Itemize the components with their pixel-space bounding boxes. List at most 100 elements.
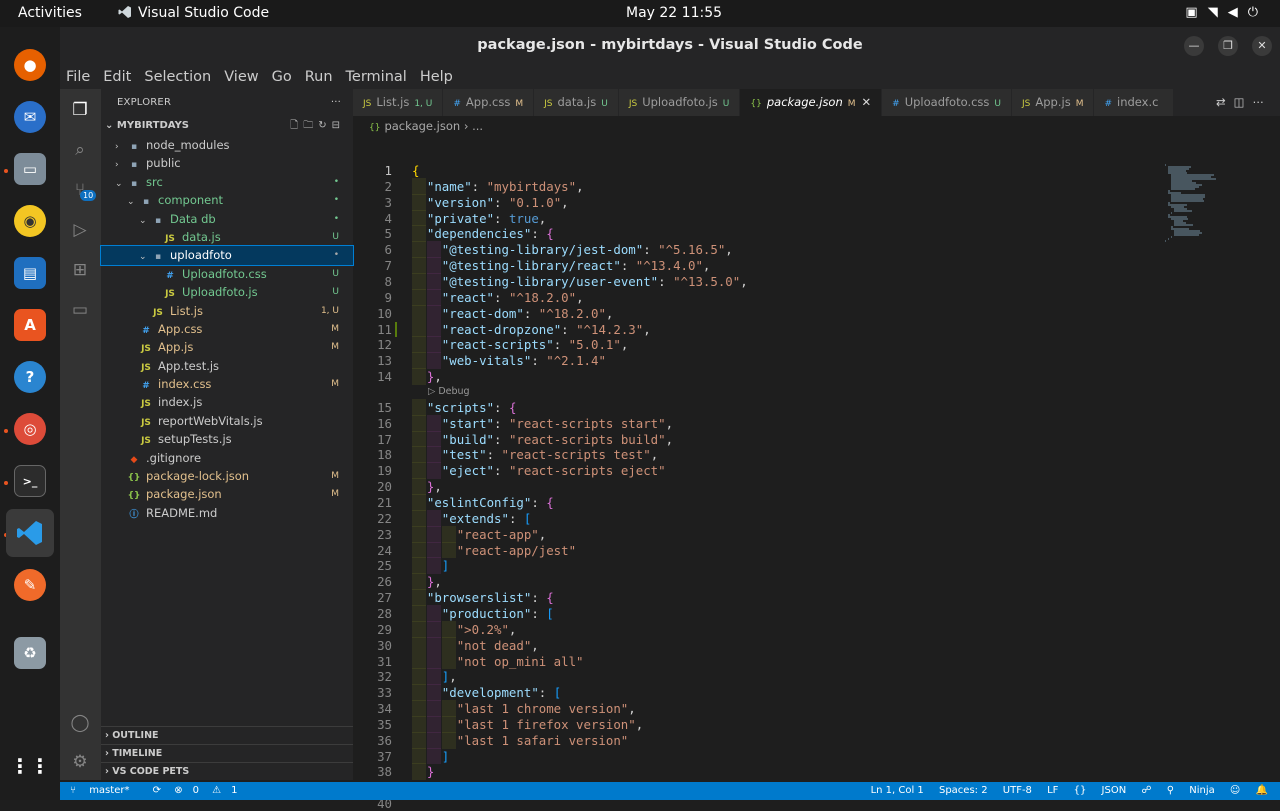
editor-tab[interactable]: JS data.js U: [534, 89, 619, 116]
terminal-icon[interactable]: >_: [14, 465, 46, 497]
code-line[interactable]: "web-vitals": "^2.1.4": [442, 353, 606, 368]
code-line[interactable]: "private": true,: [427, 211, 546, 226]
code-line[interactable]: "eject": "react-scripts eject": [442, 463, 666, 478]
tree-item[interactable]: JS App.test.js: [101, 357, 353, 375]
refresh-icon[interactable]: ↻: [318, 120, 331, 131]
code-line[interactable]: "not op_mini all": [457, 654, 584, 669]
menu-file[interactable]: File: [66, 69, 90, 85]
code-line[interactable]: "@testing-library/user-event": "^13.5.0"…: [442, 274, 748, 289]
code-line[interactable]: "react-scripts": "5.0.1",: [442, 337, 629, 352]
settings-gear-icon[interactable]: ⚙: [69, 751, 91, 773]
outline-section[interactable]: › OUTLINE: [101, 726, 353, 744]
code-line[interactable]: },: [427, 574, 442, 589]
vscode-dock-icon[interactable]: [6, 509, 54, 557]
menu-selection[interactable]: Selection: [144, 69, 211, 85]
code-line[interactable]: "react-app",: [457, 527, 547, 542]
split-editor-icon[interactable]: ◫: [1234, 95, 1253, 109]
app-menu[interactable]: Visual Studio Code: [118, 5, 269, 21]
code-line[interactable]: "start": "react-scripts start",: [442, 416, 673, 431]
tree-item[interactable]: JS App.js M: [101, 338, 353, 356]
tree-item[interactable]: {} package-lock.json M: [101, 467, 353, 485]
code-line[interactable]: {: [412, 163, 419, 178]
timeline-section[interactable]: › TIMELINE: [101, 744, 353, 762]
code-line[interactable]: ">0.2%",: [457, 622, 517, 637]
new-file-icon[interactable]: 🗋: [290, 120, 303, 131]
tree-item[interactable]: ⌄ ▪ Data db •: [101, 210, 353, 228]
code-line[interactable]: "react-dom": "^18.2.0",: [442, 306, 614, 321]
more-actions-icon[interactable]: ···: [331, 89, 341, 116]
tree-item[interactable]: # Uploadfoto.css U: [101, 265, 353, 283]
code-line[interactable]: "@testing-library/react": "^13.4.0",: [442, 258, 711, 273]
tree-item[interactable]: JS data.js U: [101, 228, 353, 246]
minimize-button[interactable]: —: [1184, 36, 1204, 56]
code-line[interactable]: "browserslist": {: [427, 590, 554, 605]
tree-item[interactable]: {} package.json M: [101, 485, 353, 503]
tree-item[interactable]: JS Uploadfoto.js U: [101, 283, 353, 301]
code-line[interactable]: "extends": [: [442, 511, 532, 526]
feedback-icon[interactable]: ☺: [1230, 785, 1240, 796]
firefox-icon[interactable]: ●: [14, 49, 46, 81]
code-line[interactable]: "last 1 safari version": [457, 733, 629, 748]
code-line[interactable]: "@testing-library/jest-dom": "^5.16.5",: [442, 242, 733, 257]
line-ending[interactable]: LF: [1047, 785, 1058, 796]
system-tray[interactable]: ▣◥◀⏻: [1185, 5, 1268, 20]
vscode-pets-section[interactable]: › VS CODE PETS: [101, 762, 353, 780]
encoding[interactable]: UTF-8: [1003, 785, 1032, 796]
indentation[interactable]: Spaces: 2: [939, 785, 988, 796]
new-folder-icon[interactable]: 🗀: [303, 120, 318, 131]
editor-tab[interactable]: {} package.json M ✕: [740, 89, 883, 116]
activities-button[interactable]: Activities: [18, 5, 82, 21]
rhythmbox-icon[interactable]: ◉: [14, 205, 46, 237]
code-line[interactable]: "last 1 firefox version",: [457, 717, 644, 732]
code-line[interactable]: }: [427, 764, 434, 779]
menu-edit[interactable]: Edit: [103, 69, 131, 85]
show-apps-icon[interactable]: ⋮⋮: [10, 750, 50, 782]
tree-item[interactable]: ◆ .gitignore: [101, 449, 353, 467]
code-line[interactable]: ]: [442, 749, 449, 764]
tree-item[interactable]: JS setupTests.js: [101, 430, 353, 448]
tree-item[interactable]: ⌄ ▪ src •: [101, 173, 353, 191]
explorer-icon[interactable]: ❐: [69, 99, 91, 121]
code-editor[interactable]: 1 {2 "name": "mybirtdays", 3 "version": "0.1…: [353, 137, 1159, 811]
language-mode[interactable]: {} JSON: [1074, 785, 1127, 796]
extensions-icon[interactable]: ⊞: [69, 259, 91, 281]
code-line[interactable]: ],: [442, 669, 457, 684]
files-icon[interactable]: ▭: [14, 153, 46, 185]
editor-tab[interactable]: JS Uploadfoto.js U: [618, 89, 741, 116]
menu-go[interactable]: Go: [272, 69, 292, 85]
tree-item[interactable]: ⌄ ▪ component •: [101, 191, 353, 209]
code-line[interactable]: "react": "^18.2.0",: [442, 290, 584, 305]
explorer-toolbar[interactable]: 🗋🗀↻⊟: [290, 116, 345, 136]
maximize-button[interactable]: ❐: [1218, 36, 1238, 56]
postman-icon[interactable]: ✎: [14, 569, 46, 601]
code-line[interactable]: },: [427, 479, 442, 494]
run-debug-icon[interactable]: ▷: [69, 219, 91, 241]
thunderbird-icon[interactable]: ✉: [14, 101, 46, 133]
app-center-icon[interactable]: A: [14, 309, 46, 341]
tree-item[interactable]: # index.css M: [101, 375, 353, 393]
remote-explorer-icon[interactable]: ▭: [69, 299, 91, 321]
breadcrumb-symbol[interactable]: ...: [472, 119, 483, 133]
sync-icon[interactable]: ⟳: [153, 785, 161, 796]
code-line[interactable]: },: [427, 369, 442, 384]
code-line[interactable]: "dependencies": {: [427, 226, 554, 241]
chrome-icon[interactable]: ◎: [14, 413, 46, 445]
menu-view[interactable]: View: [224, 69, 258, 85]
editor-tab[interactable]: # index.c: [1094, 89, 1175, 116]
account-icon[interactable]: ◯: [69, 712, 91, 734]
code-line[interactable]: "version": "0.1.0",: [427, 195, 569, 210]
code-line[interactable]: "last 1 chrome version",: [457, 701, 636, 716]
tree-item[interactable]: ⓘ README.md: [101, 504, 353, 522]
debug-codelens[interactable]: ▷ Debug: [428, 386, 470, 397]
editor-actions[interactable]: ⇄◫⋯: [1205, 89, 1280, 116]
tree-item[interactable]: JS index.js: [101, 393, 353, 411]
cursor-position[interactable]: Ln 1, Col 1: [871, 785, 924, 796]
menu-help[interactable]: Help: [420, 69, 453, 85]
more-icon[interactable]: ⋯: [1253, 95, 1273, 109]
code-line[interactable]: "development": [: [442, 685, 561, 700]
branch-indicator[interactable]: ⑂ master*: [70, 785, 139, 796]
code-line[interactable]: "name": "mybirtdays",: [427, 179, 584, 194]
live-share-icon[interactable]: ☍: [1141, 785, 1151, 796]
collapse-all-icon[interactable]: ⊟: [332, 120, 345, 131]
editor-tab[interactable]: JS App.js M: [1012, 89, 1095, 116]
